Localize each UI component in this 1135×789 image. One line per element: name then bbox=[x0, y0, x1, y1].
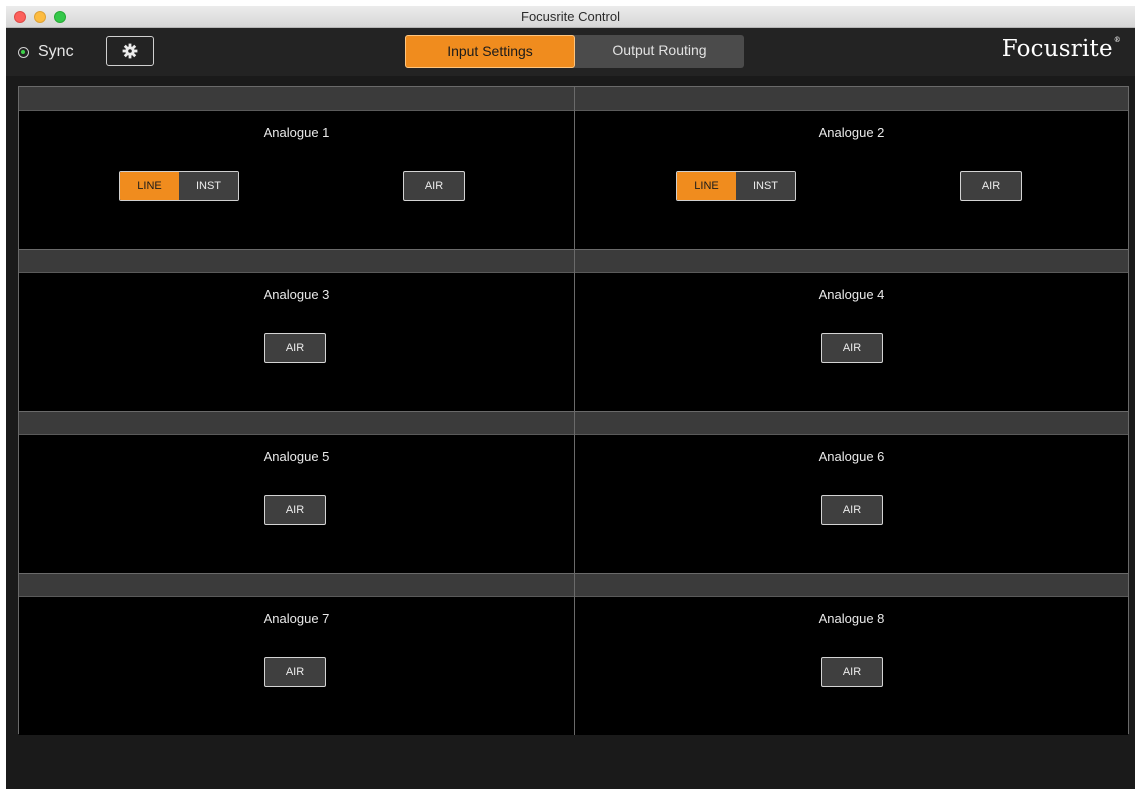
air-button[interactable]: AIR bbox=[821, 333, 883, 363]
channel-panel-analogue-4: Analogue 4 AIR bbox=[575, 249, 1128, 411]
channel-name: Analogue 4 bbox=[818, 287, 885, 302]
line-inst-switch: LINE INST bbox=[119, 171, 239, 201]
line-button[interactable]: LINE bbox=[677, 172, 736, 200]
channel-panel-analogue-5: Analogue 5 AIR bbox=[19, 411, 575, 573]
channel-header-bar bbox=[575, 411, 1128, 435]
sync-indicator: Sync bbox=[18, 42, 74, 62]
app-window: Focusrite Control Sync Input Settings Ou… bbox=[6, 6, 1135, 789]
air-button[interactable]: AIR bbox=[264, 333, 326, 363]
window-title: Focusrite Control bbox=[521, 9, 620, 24]
channel-name: Analogue 6 bbox=[818, 449, 885, 464]
registered-mark: ® bbox=[1113, 36, 1121, 44]
line-button[interactable]: LINE bbox=[120, 172, 179, 200]
channel-name: Analogue 3 bbox=[263, 287, 330, 302]
view-tabs: Input Settings Output Routing bbox=[405, 35, 744, 68]
title-bar: Focusrite Control bbox=[6, 6, 1135, 28]
channel-panel-analogue-1: Analogue 1 LINE INST AIR bbox=[19, 87, 575, 249]
channel-panel-analogue-2: Analogue 2 LINE INST AIR bbox=[575, 87, 1128, 249]
channel-header-bar bbox=[19, 249, 574, 273]
inst-button[interactable]: INST bbox=[736, 172, 795, 200]
channel-header-bar bbox=[575, 87, 1128, 111]
channel-name: Analogue 8 bbox=[818, 611, 885, 626]
inst-button[interactable]: INST bbox=[179, 172, 238, 200]
channel-panel-analogue-6: Analogue 6 AIR bbox=[575, 411, 1128, 573]
toolbar: Sync Input Settings Output Routing Focus… bbox=[6, 28, 1135, 76]
air-button[interactable]: AIR bbox=[264, 657, 326, 687]
settings-button[interactable] bbox=[106, 36, 154, 66]
air-button[interactable]: AIR bbox=[264, 495, 326, 525]
air-button[interactable]: AIR bbox=[403, 171, 465, 201]
channel-panel-analogue-7: Analogue 7 AIR bbox=[19, 573, 575, 735]
tab-output-routing[interactable]: Output Routing bbox=[575, 35, 744, 68]
channel-header-bar bbox=[575, 573, 1128, 597]
channel-name: Analogue 1 bbox=[263, 125, 330, 140]
channel-panel-analogue-8: Analogue 8 AIR bbox=[575, 573, 1128, 735]
channel-panel-analogue-3: Analogue 3 AIR bbox=[19, 249, 575, 411]
radio-indicator-icon bbox=[18, 46, 29, 58]
channel-name: Analogue 7 bbox=[263, 611, 330, 626]
gear-icon bbox=[122, 43, 138, 59]
brand-name: Focusrite bbox=[1001, 36, 1113, 62]
input-channels-grid: Analogue 1 LINE INST AIR Analogue 2 LINE… bbox=[18, 86, 1129, 735]
air-button[interactable]: AIR bbox=[821, 657, 883, 687]
channel-name: Analogue 2 bbox=[818, 125, 885, 140]
tab-input-settings[interactable]: Input Settings bbox=[405, 35, 575, 68]
channel-name: Analogue 5 bbox=[263, 449, 330, 464]
focusrite-logo: Focusrite® bbox=[1002, 36, 1121, 62]
channel-header-bar bbox=[19, 87, 574, 111]
channel-header-bar bbox=[19, 573, 574, 597]
sync-label: Sync bbox=[38, 43, 74, 60]
air-button[interactable]: AIR bbox=[960, 171, 1022, 201]
channel-header-bar bbox=[19, 411, 574, 435]
air-button[interactable]: AIR bbox=[821, 495, 883, 525]
channel-header-bar bbox=[575, 249, 1128, 273]
line-inst-switch: LINE INST bbox=[676, 171, 796, 201]
